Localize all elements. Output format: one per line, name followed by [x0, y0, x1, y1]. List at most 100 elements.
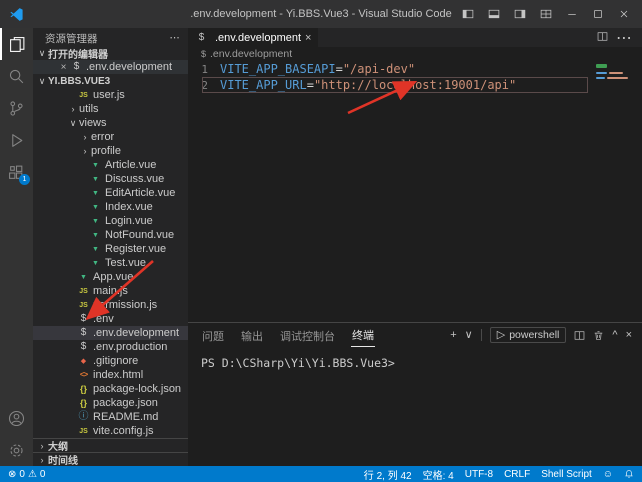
titlebar-actions	[456, 2, 642, 26]
tree-folder-views[interactable]: ∨views	[33, 116, 188, 130]
activity-bar: 1	[0, 28, 33, 466]
run-debug-icon[interactable]	[0, 124, 33, 156]
tree-item-login-vue[interactable]: ▼Login.vue	[33, 214, 188, 228]
panel-tab-debug-console[interactable]: 调试控制台	[279, 324, 336, 347]
chevron-down-icon: ∨	[67, 118, 79, 129]
terminal-dropdown-icon[interactable]: ∨	[465, 330, 473, 341]
more-actions-icon[interactable]: ⋯	[170, 32, 181, 44]
timeline-label: 时间线	[48, 452, 78, 466]
tree-item-env-production[interactable]: $.env.production	[33, 340, 188, 354]
toggle-secondary-sidebar-icon[interactable]	[508, 2, 532, 26]
tree-folder-profile[interactable]: ›profile	[33, 144, 188, 158]
encoding-setting[interactable]: UTF-8	[465, 469, 493, 480]
feedback-smiley-icon[interactable]: ☺	[603, 469, 613, 480]
tree-item-index-vue[interactable]: ▼Index.vue	[33, 200, 188, 214]
customize-layout-icon[interactable]	[534, 2, 558, 26]
tree-item-editarticle-vue[interactable]: ▼EditArticle.vue	[33, 186, 188, 200]
title-bar: .env.development - Yi.BBS.Vue3 - Visual …	[0, 0, 642, 28]
maximize-icon[interactable]	[586, 2, 610, 26]
terminal-actions: + ∨ ▷ powershell ^	[450, 327, 642, 343]
breadcrumb[interactable]: $ .env.development	[188, 47, 642, 61]
minimap[interactable]	[596, 63, 634, 87]
tree-item-permission-js[interactable]: JSpermission.js	[33, 298, 188, 312]
shell-selector[interactable]: ▷ powershell	[490, 327, 567, 343]
tree-item-package-lock-json[interactable]: {}package-lock.json	[33, 382, 188, 396]
close-icon[interactable]	[612, 2, 636, 26]
settings-gear-icon[interactable]	[0, 434, 33, 466]
panel-tab-terminal[interactable]: 终端	[351, 323, 375, 347]
tree-item-env[interactable]: $.env	[33, 312, 188, 326]
editor-more-actions-icon[interactable]: ⋯	[616, 28, 632, 48]
tree-item-article-vue[interactable]: ▼Article.vue	[33, 158, 188, 172]
split-terminal-icon[interactable]	[574, 330, 585, 341]
open-editors-header[interactable]: ∨ 打开的编辑器	[33, 46, 188, 60]
explorer-icon[interactable]	[0, 28, 33, 60]
account-icon[interactable]	[0, 402, 33, 434]
outline-section-header[interactable]: › 大纲	[33, 438, 188, 452]
tree-item-package-json[interactable]: {}package.json	[33, 396, 188, 410]
tree-item-app-vue[interactable]: ▼App.vue	[33, 270, 188, 284]
open-editors-label: 打开的编辑器	[48, 46, 108, 61]
minimize-icon[interactable]	[560, 2, 584, 26]
terminal-prompt: PS D:\CSharp\Yi\Yi.BBS.Vue3>	[201, 356, 395, 370]
notifications-bell-icon[interactable]	[624, 469, 634, 479]
outline-label: 大纲	[48, 438, 68, 453]
tree-item-env-development[interactable]: $.env.development	[33, 326, 188, 340]
problems-indicator[interactable]: ⊗ 0 ⚠ 0	[8, 469, 45, 480]
open-editor-item[interactable]: × $ .env.development	[33, 60, 188, 74]
tree-item-notfound-vue[interactable]: ▼NotFound.vue	[33, 228, 188, 242]
project-root-header[interactable]: ∨ YI.BBS.VUE3	[33, 74, 188, 88]
timeline-section-header[interactable]: › 时间线	[33, 452, 188, 466]
project-root-label: YI.BBS.VUE3	[48, 76, 110, 87]
extensions-icon[interactable]: 1	[0, 156, 33, 188]
tree-folder-error[interactable]: ›error	[33, 130, 188, 144]
editor-tab-bar: $ .env.development × ⋯	[188, 28, 642, 47]
js-file-icon: JS	[77, 302, 90, 309]
tab-close-icon[interactable]: ×	[305, 32, 311, 44]
env-key: VITE_APP_BASEAPI	[220, 62, 336, 76]
tree-item-readme-md[interactable]: ⓘREADME.md	[33, 410, 188, 424]
tree-item-gitignore[interactable]: ◆.gitignore	[33, 354, 188, 368]
separator	[481, 329, 482, 341]
env-value: "http://localhost:19001/api"	[314, 78, 516, 92]
indentation-setting[interactable]: 空格: 4	[423, 467, 454, 482]
close-editor-icon[interactable]: ×	[57, 62, 70, 73]
source-control-icon[interactable]	[0, 92, 33, 124]
panel-tab-problems[interactable]: 问题	[201, 324, 225, 347]
toggle-sidebar-icon[interactable]	[456, 2, 480, 26]
close-panel-icon[interactable]: ×	[626, 330, 632, 341]
tree-item-index-html[interactable]: <>index.html	[33, 368, 188, 382]
code-editor[interactable]: 1 VITE_APP_BASEAPI="/api-dev" 2 VITE_APP…	[188, 61, 642, 322]
explorer-sidebar: 资源管理器 ⋯ ∨ 打开的编辑器 × $ .env.development ∨ …	[33, 28, 188, 466]
vue-file-icon: ▼	[89, 162, 102, 169]
kill-terminal-icon[interactable]	[593, 330, 604, 341]
env-file-icon: $	[195, 33, 208, 43]
tree-folder-utils[interactable]: ›utils	[33, 102, 188, 116]
language-mode[interactable]: Shell Script	[541, 469, 592, 480]
run-icon: ▷	[497, 330, 505, 341]
panel-tab-output[interactable]: 输出	[240, 324, 264, 347]
tree-item-main-js[interactable]: JSmain.js	[33, 284, 188, 298]
search-icon[interactable]	[0, 60, 33, 92]
warning-count: 0	[40, 469, 46, 480]
terminal-output[interactable]: PS D:\CSharp\Yi\Yi.BBS.Vue3>	[188, 347, 642, 370]
tree-item-discuss-vue[interactable]: ▼Discuss.vue	[33, 172, 188, 186]
tree-item-test-vue[interactable]: ▼Test.vue	[33, 256, 188, 270]
panel-header: 问题 输出 调试控制台 终端 + ∨ ▷ powershell	[188, 323, 642, 347]
new-terminal-icon[interactable]: +	[450, 330, 456, 341]
tree-item-register-vue[interactable]: ▼Register.vue	[33, 242, 188, 256]
equals-operator: =	[307, 78, 314, 92]
eol-setting[interactable]: CRLF	[504, 469, 530, 480]
toggle-panel-icon[interactable]	[482, 2, 506, 26]
maximize-panel-icon[interactable]: ^	[612, 330, 617, 341]
vue-file-icon: ▼	[89, 246, 102, 253]
split-editor-icon[interactable]	[597, 29, 608, 47]
editor-actions: ⋯	[597, 28, 642, 47]
cursor-position[interactable]: 行 2, 列 42	[364, 467, 412, 482]
tab-env-development[interactable]: $ .env.development ×	[188, 28, 318, 47]
tree-item-vite-config-js[interactable]: JSvite.config.js	[33, 424, 188, 438]
json-file-icon: {}	[77, 385, 90, 394]
markdown-info-icon: ⓘ	[77, 412, 90, 422]
shell-label: powershell	[509, 329, 559, 341]
tree-item-user-js[interactable]: JSuser.js	[33, 88, 188, 102]
